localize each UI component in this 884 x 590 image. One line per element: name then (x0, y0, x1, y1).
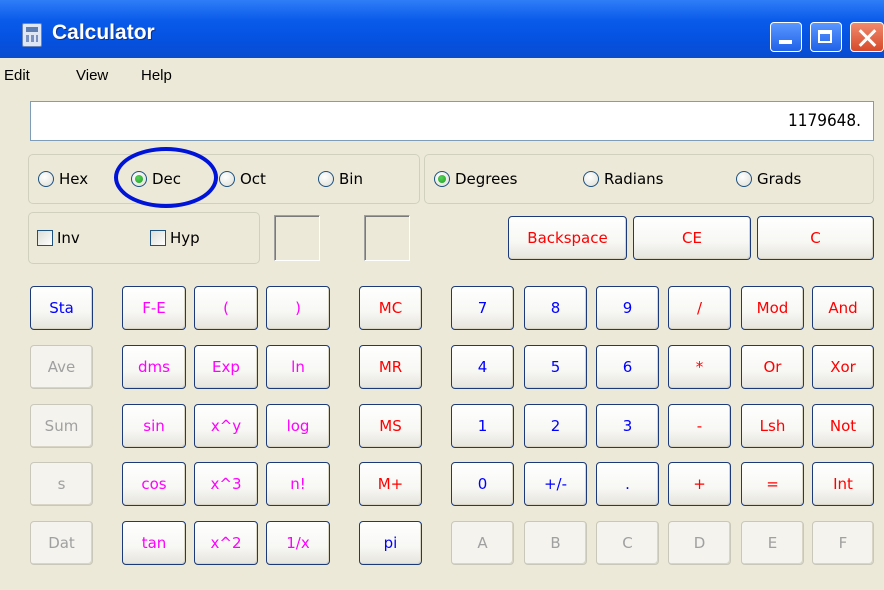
radio-grads-label: Grads (757, 170, 802, 188)
key-2[interactable]: 2 (524, 404, 587, 448)
key-pi[interactable]: pi (359, 521, 422, 565)
radio-radians-indicator[interactable] (583, 171, 599, 187)
key-ms[interactable]: MS (359, 404, 422, 448)
key-e[interactable]: E (741, 521, 804, 565)
key-5[interactable]: 5 (524, 345, 587, 389)
key-9[interactable]: 9 (596, 286, 659, 330)
key-multiply[interactable]: * (668, 345, 731, 389)
key-c[interactable]: C (596, 521, 659, 565)
radio-grads-indicator[interactable] (736, 171, 752, 187)
key-tan[interactable]: tan (122, 521, 186, 565)
key-1-x[interactable]: 1/x (266, 521, 330, 565)
key-a[interactable]: A (451, 521, 514, 565)
radio-degrees-label: Degrees (455, 170, 518, 188)
radio-bin[interactable]: Bin (318, 170, 363, 188)
close-button[interactable] (850, 22, 884, 52)
inv-label: Inv (57, 229, 80, 247)
parenthesis-indicator (274, 215, 320, 261)
radio-degrees-indicator[interactable] (434, 171, 450, 187)
key-ave[interactable]: Ave (30, 345, 93, 389)
key-6[interactable]: 6 (596, 345, 659, 389)
key-f[interactable]: F (812, 521, 874, 565)
key-sum[interactable]: Sum (30, 404, 93, 448)
key-n[interactable]: n! (266, 462, 330, 506)
maximize-button[interactable] (810, 22, 842, 52)
key-not[interactable]: Not (812, 404, 874, 448)
key-sin[interactable]: sin (122, 404, 186, 448)
radio-hex-indicator[interactable] (38, 171, 54, 187)
key-log[interactable]: log (266, 404, 330, 448)
radio-oct-indicator[interactable] (219, 171, 235, 187)
radio-hex-label: Hex (59, 170, 89, 188)
hyp-checkbox-box[interactable] (150, 230, 166, 246)
key-3[interactable]: 3 (596, 404, 659, 448)
menu-help[interactable]: Help (141, 67, 172, 84)
memory-indicator (364, 215, 410, 261)
key-equals[interactable]: = (741, 462, 804, 506)
key-close-paren[interactable]: ) (266, 286, 330, 330)
radio-grads[interactable]: Grads (736, 170, 801, 188)
menu-bar: Edit View Help (0, 58, 884, 92)
key-0[interactable]: 0 (451, 462, 514, 506)
key-lsh[interactable]: Lsh (741, 404, 804, 448)
hyp-checkbox[interactable]: Hyp (150, 229, 200, 247)
key-divide[interactable]: / (668, 286, 731, 330)
key-mod[interactable]: Mod (741, 286, 804, 330)
key-or[interactable]: Or (741, 345, 804, 389)
key-plus[interactable]: + (668, 462, 731, 506)
key-xor[interactable]: Xor (812, 345, 874, 389)
key-sta[interactable]: Sta (30, 286, 93, 330)
key-x-pow-2[interactable]: x^2 (194, 521, 258, 565)
key-mc[interactable]: MC (359, 286, 422, 330)
key-dat[interactable]: Dat (30, 521, 93, 565)
hyp-label: Hyp (170, 229, 200, 247)
radio-bin-indicator[interactable] (318, 171, 334, 187)
radio-bin-label: Bin (339, 170, 363, 188)
menu-view[interactable]: View (76, 67, 108, 84)
clear-entry-button[interactable]: CE (633, 216, 751, 260)
radio-radians-label: Radians (604, 170, 664, 188)
key-ln[interactable]: ln (266, 345, 330, 389)
calculator-window: Calculator Edit View Help 1179648. Hex De… (0, 0, 884, 590)
radio-radians[interactable]: Radians (583, 170, 664, 188)
radio-degrees[interactable]: Degrees (434, 170, 517, 188)
calculator-app-icon (22, 23, 42, 47)
key-int[interactable]: Int (812, 462, 874, 506)
result-display: 1179648. (30, 101, 874, 141)
key-exp[interactable]: Exp (194, 345, 258, 389)
key-and[interactable]: And (812, 286, 874, 330)
backspace-button[interactable]: Backspace (508, 216, 627, 260)
inv-checkbox[interactable]: Inv (37, 229, 80, 247)
key-decimal-point[interactable]: . (596, 462, 659, 506)
key-m[interactable]: M+ (359, 462, 422, 506)
minimize-button[interactable] (770, 22, 802, 52)
key-4[interactable]: 4 (451, 345, 514, 389)
key-d[interactable]: D (668, 521, 731, 565)
key-open-paren[interactable]: ( (194, 286, 258, 330)
key-x-pow-3[interactable]: x^3 (194, 462, 258, 506)
key-minus[interactable]: - (668, 404, 731, 448)
key-s[interactable]: s (30, 462, 93, 506)
key-b[interactable]: B (524, 521, 587, 565)
key-7[interactable]: 7 (451, 286, 514, 330)
radio-oct-label: Oct (240, 170, 266, 188)
annotation-circle (114, 147, 218, 208)
clear-button[interactable]: C (757, 216, 874, 260)
key-1[interactable]: 1 (451, 404, 514, 448)
key-cos[interactable]: cos (122, 462, 186, 506)
radio-oct[interactable]: Oct (219, 170, 266, 188)
key-sign-toggle[interactable]: +/- (524, 462, 587, 506)
key-f-e[interactable]: F-E (122, 286, 186, 330)
radio-hex[interactable]: Hex (38, 170, 88, 188)
title-bar[interactable]: Calculator (0, 0, 884, 58)
key-dms[interactable]: dms (122, 345, 186, 389)
key-8[interactable]: 8 (524, 286, 587, 330)
key-mr[interactable]: MR (359, 345, 422, 389)
window-title: Calculator (52, 21, 155, 44)
menu-edit[interactable]: Edit (4, 67, 30, 84)
key-x-pow-y[interactable]: x^y (194, 404, 258, 448)
inv-checkbox-box[interactable] (37, 230, 53, 246)
